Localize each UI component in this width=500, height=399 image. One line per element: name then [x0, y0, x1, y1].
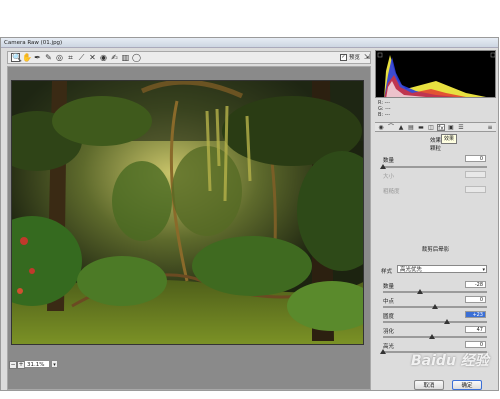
jungle-image [12, 81, 363, 344]
image-preview-area[interactable] [7, 66, 371, 390]
hand-tool-icon[interactable]: ✋ [22, 53, 32, 62]
grain-amount-thumb[interactable] [380, 164, 386, 169]
highlights-field[interactable]: 0 [465, 341, 486, 348]
grain-size-label: 大小 [383, 174, 395, 180]
preview-toggle[interactable]: ✓ 预览 [340, 54, 360, 62]
panel-menu-icon[interactable]: ≡ [486, 124, 494, 131]
tab-presets-icon[interactable]: ☰ [457, 124, 465, 131]
radial-filter-icon[interactable]: ◯ [132, 53, 141, 62]
grain-amount-label: 数量 [383, 158, 395, 164]
vignette-style-value: 高光优先 [400, 267, 423, 273]
preview-checkbox[interactable]: ✓ [340, 54, 347, 61]
roundness-thumb[interactable] [444, 319, 451, 324]
zoom-level-field[interactable]: 31.1% [24, 360, 50, 368]
grain-size-field [465, 171, 486, 178]
vignette-heading: 裁剪后晕影 [421, 247, 450, 253]
roundness-label: 圆度 [383, 314, 395, 320]
zoom-dropdown-icon[interactable]: ▾ [51, 360, 58, 368]
grain-amount-slider[interactable] [380, 164, 487, 169]
roundness-slider[interactable] [383, 319, 487, 324]
preview-label: 预览 [349, 55, 361, 61]
targeted-adjustment-tool-icon[interactable]: ◎ [55, 53, 64, 62]
fullscreen-icon[interactable]: ⇲ [364, 53, 370, 61]
tab-effects-icon[interactable]: fx [437, 124, 445, 132]
vignette-amount-field[interactable]: -28 [465, 281, 486, 288]
grain-roughness-label: 粗糙度 [383, 189, 400, 195]
feather-label: 羽化 [383, 329, 395, 335]
vignette-amount-thumb[interactable] [417, 289, 424, 294]
white-balance-tool-icon[interactable]: ✒ [33, 53, 42, 62]
histogram [375, 50, 496, 98]
status-bar: − + 31.1% ▾ [7, 360, 371, 370]
straighten-tool-icon[interactable]: ⟋ [77, 53, 86, 62]
watermark-logo: Baidu 经验 [411, 353, 489, 369]
toolbar: ✓ 预览 ⇲ 🔍 ✋ ✒ ✎ ◎ ⌗ ⟋ ✕ ◉ ✍ ▥ ◯ [7, 51, 371, 64]
tab-camera-calibration-icon[interactable]: ▣ [447, 124, 455, 131]
feather-slider[interactable] [383, 334, 487, 339]
tab-tone-curve-icon[interactable]: ⌒ [387, 124, 395, 131]
tab-split-toning-icon[interactable]: ▬ [417, 124, 425, 131]
midpoint-label: 中点 [383, 299, 395, 305]
grain-amount-field[interactable]: 0 [465, 155, 486, 162]
grain-heading: 颗粒 [429, 146, 441, 152]
crop-tool-icon[interactable]: ⌗ [66, 53, 75, 62]
zoom-tool-icon[interactable]: 🔍 [11, 53, 22, 62]
feather-field[interactable]: 47 [465, 326, 486, 333]
vignette-style-select[interactable]: 高光优先 ▾ [397, 265, 487, 273]
tab-basic-icon[interactable]: ◉ [377, 124, 385, 131]
red-eye-tool-icon[interactable]: ◉ [99, 53, 108, 62]
ok-button[interactable]: 确定 [452, 380, 482, 390]
roundness-field[interactable]: +23 [465, 311, 486, 318]
panel-tabs: ◉ ⌒ ▲ ▤ ▬ ◫ fx ▣ ☰ ≡ [375, 122, 496, 132]
vignette-amount-slider[interactable] [383, 289, 487, 294]
highlights-thumb[interactable] [380, 349, 386, 354]
midpoint-slider[interactable] [383, 304, 487, 309]
chevron-down-icon: ▾ [482, 267, 485, 273]
panel-title: 效果 [429, 138, 441, 144]
tab-lens-icon[interactable]: ◫ [427, 124, 435, 131]
cancel-button[interactable]: 取消 [414, 380, 444, 390]
camera-raw-window: Camera Raw (01.jpg) ✓ 预览 ⇲ 🔍 ✋ ✒ ✎ ◎ ⌗ ⟋ ✕ ◉ ✍ ▥ ◯ [0, 37, 499, 391]
tab-hsl-icon[interactable]: ▤ [407, 124, 415, 131]
midpoint-thumb[interactable] [432, 304, 438, 309]
histogram-graph [377, 52, 495, 97]
spot-removal-tool-icon[interactable]: ✕ [88, 53, 97, 62]
vignette-amount-label: 数量 [383, 284, 395, 290]
window-title: Camera Raw (01.jpg) [1, 38, 498, 48]
vignette-style-label: 样式 [381, 269, 393, 275]
color-sampler-tool-icon[interactable]: ✎ [44, 53, 53, 62]
readout-b: B: --- [378, 112, 391, 118]
grain-roughness-field [465, 186, 486, 193]
midpoint-field[interactable]: 0 [465, 296, 486, 303]
adjustment-panel: R: --- G: --- B: --- ◉ ⌒ ▲ ▤ ▬ ◫ fx ▣ ☰ … [375, 50, 496, 388]
zoom-out-icon[interactable]: − [9, 361, 17, 369]
graduated-filter-icon[interactable]: ▥ [121, 53, 130, 62]
rgb-readout: R: --- G: --- B: --- [378, 100, 391, 118]
adjustment-brush-icon[interactable]: ✍ [110, 53, 119, 62]
jungle-photo [11, 80, 364, 345]
feather-thumb[interactable] [428, 334, 435, 339]
tab-detail-icon[interactable]: ▲ [397, 124, 405, 131]
